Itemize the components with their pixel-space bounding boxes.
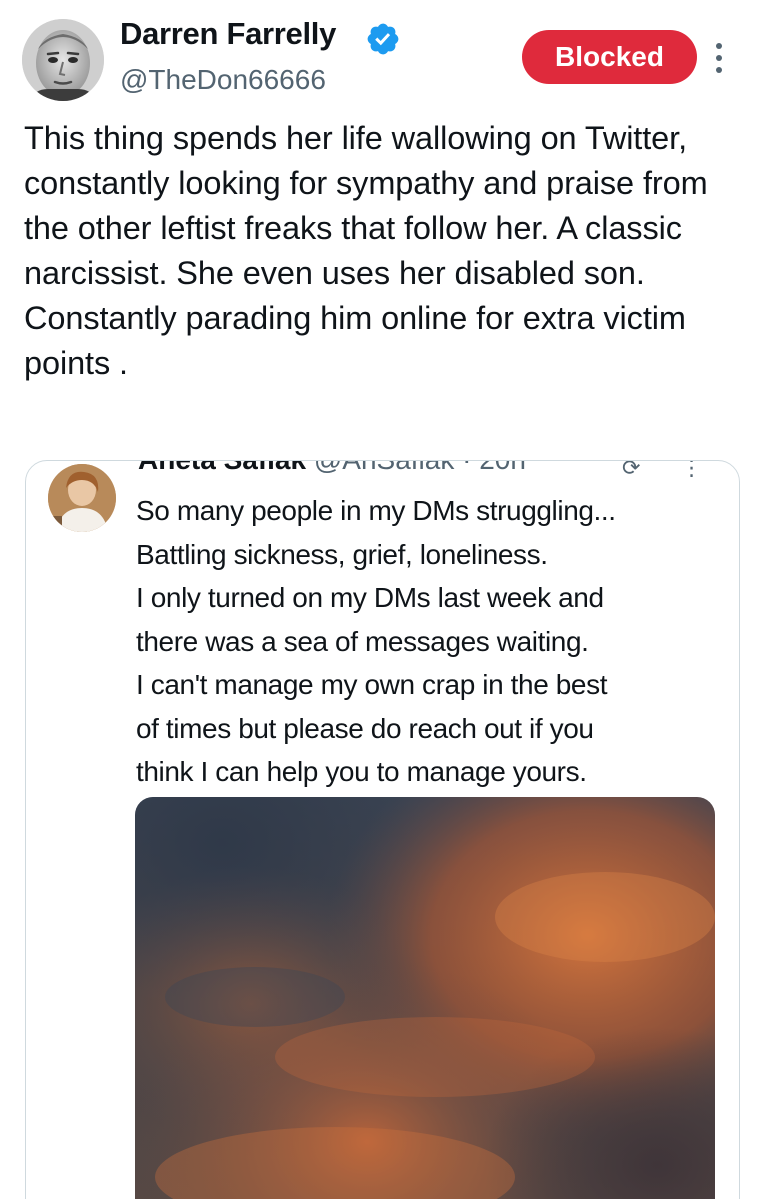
tweet-text: This thing spends her life wallowing on …	[24, 120, 708, 381]
blocked-button[interactable]: Blocked	[522, 30, 697, 84]
sunset-sky-image	[135, 797, 715, 1199]
embedded-text-line: I only turned on my DMs last week and	[136, 582, 604, 613]
embedded-text-line: So many people in my DMs struggling...	[136, 495, 616, 526]
embedded-text-line: of times but please do reach out if you	[136, 712, 594, 744]
verified-badge-icon	[367, 23, 399, 55]
embedded-more-icon: ⋮	[680, 460, 703, 480]
embedded-author-line: Aneta Saflak @AnSaflak · 20h	[138, 461, 526, 476]
embedded-text-line: there was a sea of messages waiting.	[136, 625, 589, 657]
embedded-text-line: Battling sickness, grief, loneliness.	[136, 538, 548, 570]
author-avatar[interactable]	[22, 19, 104, 101]
embedded-tweet-text: So many people in my DMs struggling... B…	[136, 489, 726, 794]
embedded-author-meta: @AnSaflak · 20h	[314, 461, 526, 475]
embedded-text-line: I can't manage my own crap in the best	[136, 669, 608, 700]
user-avatar-icon	[48, 464, 116, 532]
author-handle[interactable]: @TheDon66666	[120, 64, 326, 96]
embedded-author-name: Aneta Saflak	[138, 461, 306, 475]
embedded-text-line: think I can help you to manage yours.	[136, 756, 587, 787]
attached-screenshot[interactable]: Aneta Saflak @AnSaflak · 20h ⟳ ⋮ So many…	[25, 460, 740, 1199]
embedded-sky-photo	[135, 797, 715, 1199]
more-options-icon[interactable]	[709, 40, 729, 76]
tweet-view: Darren Farrelly @TheDon66666 Blocked Thi…	[0, 0, 761, 1199]
embedded-author-avatar	[48, 464, 116, 532]
user-avatar-icon	[22, 19, 104, 101]
grok-icon: ⟳	[622, 460, 641, 480]
author-display-name[interactable]: Darren Farrelly	[120, 16, 336, 52]
embedded-header-icons: ⟳ ⋮	[622, 460, 703, 481]
